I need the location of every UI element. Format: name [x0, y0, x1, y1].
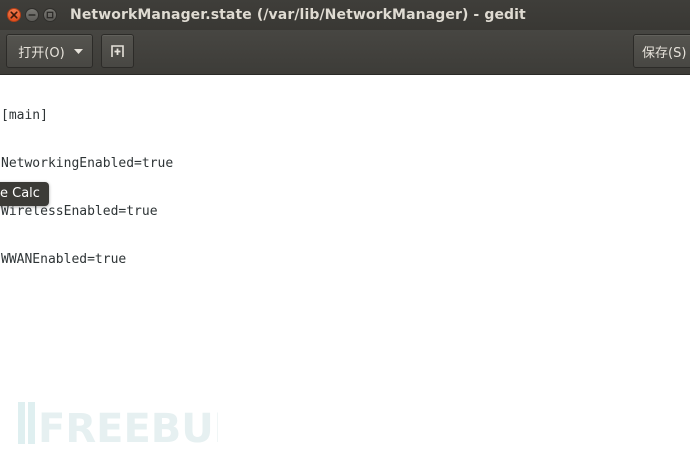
maximize-icon	[46, 11, 54, 19]
window-title: NetworkManager.state (/var/lib/NetworkMa…	[70, 7, 526, 23]
title-bar[interactable]: NetworkManager.state (/var/lib/NetworkMa…	[0, 0, 690, 30]
minimize-window-button[interactable]	[25, 8, 39, 22]
maximize-window-button[interactable]	[43, 8, 57, 22]
freebuf-watermark: FREEBUF	[18, 402, 218, 446]
text-line: [main]	[1, 108, 48, 123]
gedit-window: NetworkManager.state (/var/lib/NetworkMa…	[0, 0, 690, 451]
new-document-icon	[111, 45, 124, 57]
text-line: NetworkingEnabled=true	[1, 156, 174, 171]
text-line: WWANEnabled=true	[1, 252, 127, 267]
close-window-button[interactable]	[7, 8, 21, 22]
window-controls	[7, 8, 57, 22]
open-button-label: 打开(O)	[18, 45, 65, 61]
launcher-tooltip: e Calc	[0, 182, 49, 206]
open-button[interactable]: 打开(O)	[6, 34, 93, 68]
text-editor-area[interactable]: [main] NetworkingEnabled=true WirelessEn…	[0, 75, 690, 451]
watermark-text: FREEBUF	[38, 406, 218, 446]
chevron-down-icon	[73, 48, 83, 54]
save-button-label: 保存(S)	[642, 45, 687, 61]
header-toolbar: 打开(O) 保存(S)	[0, 30, 690, 75]
text-line: WirelessEnabled=true	[1, 204, 158, 219]
minimize-icon	[28, 14, 36, 16]
close-icon	[10, 11, 18, 19]
new-document-button[interactable]	[101, 34, 134, 68]
save-button[interactable]: 保存(S)	[633, 34, 690, 68]
